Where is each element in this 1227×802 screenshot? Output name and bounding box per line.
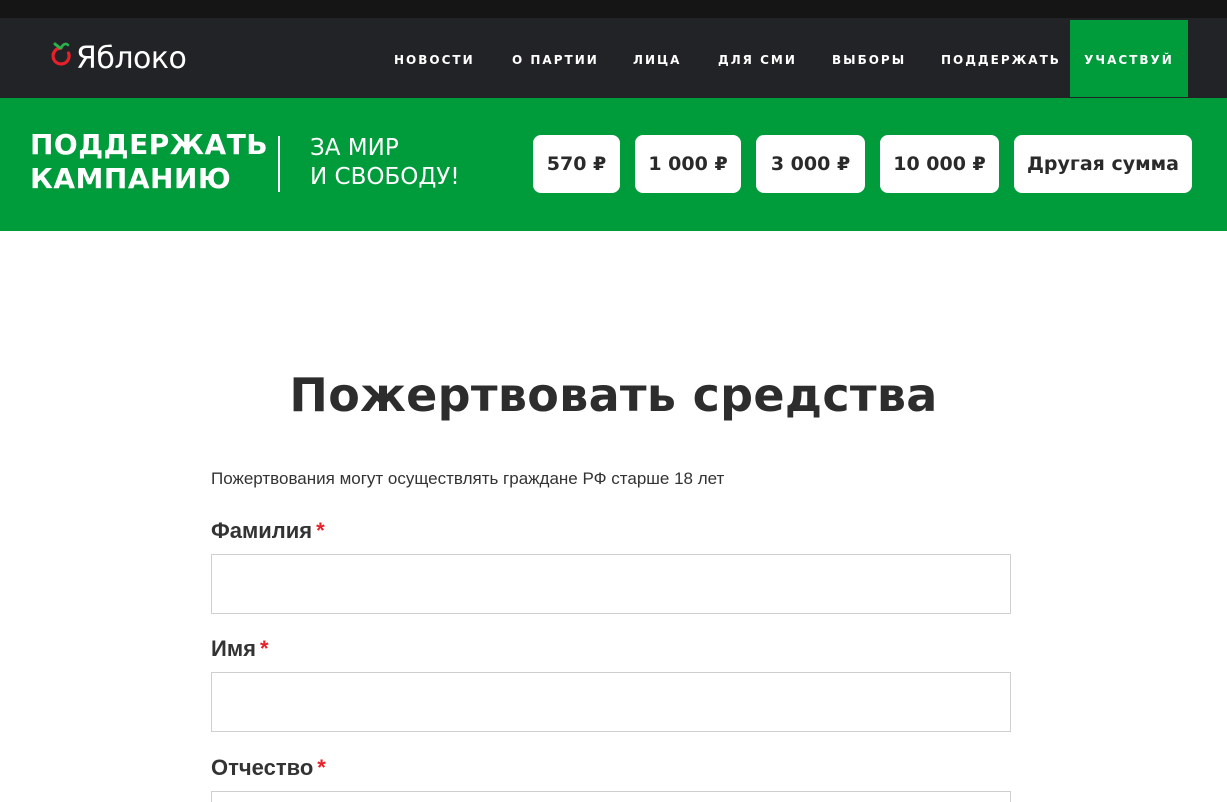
amount-button-other[interactable]: Другая сумма <box>1014 135 1192 193</box>
age-notice: Пожертвования могут осуществлять граждан… <box>211 469 725 488</box>
surname-label: Фамилия * <box>211 518 325 544</box>
nav-item-press[interactable]: ДЛЯ СМИ <box>718 18 797 98</box>
donate-banner-title: ПОДДЕРЖАТЬ КАМПАНИЮ <box>30 128 268 196</box>
participate-button[interactable]: УЧАСТВУЙ <box>1070 20 1188 97</box>
first-name-input[interactable] <box>211 672 1011 732</box>
logo-link[interactable]: Яблоко <box>48 38 187 78</box>
logo-text: Яблоко <box>76 40 187 76</box>
donate-banner: ПОДДЕРЖАТЬ КАМПАНИЮ ЗА МИР И СВОБОДУ! 57… <box>0 98 1227 231</box>
apple-logo-icon <box>51 42 71 66</box>
required-mark: * <box>316 518 325 543</box>
required-mark: * <box>317 755 326 780</box>
donate-banner-slogan: ЗА МИР И СВОБОДУ! <box>310 134 460 192</box>
patronymic-label-text: Отчество <box>211 755 314 780</box>
first-name-label: Имя * <box>211 636 269 662</box>
donate-title-line1: ПОДДЕРЖАТЬ <box>30 128 269 161</box>
surname-input[interactable] <box>211 554 1011 614</box>
nav-item-news[interactable]: НОВОСТИ <box>394 18 475 98</box>
nav-item-people[interactable]: ЛИЦА <box>633 18 681 98</box>
first-name-label-text: Имя <box>211 636 256 661</box>
banner-divider <box>278 136 280 192</box>
page-title: Пожертвовать средства <box>289 368 938 422</box>
surname-label-text: Фамилия <box>211 518 313 543</box>
donate-title-line2: КАМПАНИЮ <box>30 162 232 195</box>
amount-button-1000[interactable]: 1 000 ₽ <box>635 135 741 193</box>
nav-item-support[interactable]: ПОДДЕРЖАТЬ <box>941 18 1061 98</box>
nav-item-elections[interactable]: ВЫБОРЫ <box>832 18 906 98</box>
patronymic-input[interactable] <box>211 791 1011 802</box>
top-strip <box>0 0 1227 18</box>
patronymic-label: Отчество * <box>211 755 326 781</box>
amount-button-570[interactable]: 570 ₽ <box>533 135 620 193</box>
amount-button-3000[interactable]: 3 000 ₽ <box>756 135 865 193</box>
slogan-line1: ЗА МИР <box>310 135 399 161</box>
required-mark: * <box>259 636 269 661</box>
slogan-line2: И СВОБОДУ! <box>310 164 460 190</box>
nav-item-about-party[interactable]: О ПАРТИИ <box>512 18 599 98</box>
amount-button-10000[interactable]: 10 000 ₽ <box>880 135 999 193</box>
site-header: Яблоко НОВОСТИ О ПАРТИИ ЛИЦА ДЛЯ СМИ ВЫБ… <box>0 18 1227 98</box>
